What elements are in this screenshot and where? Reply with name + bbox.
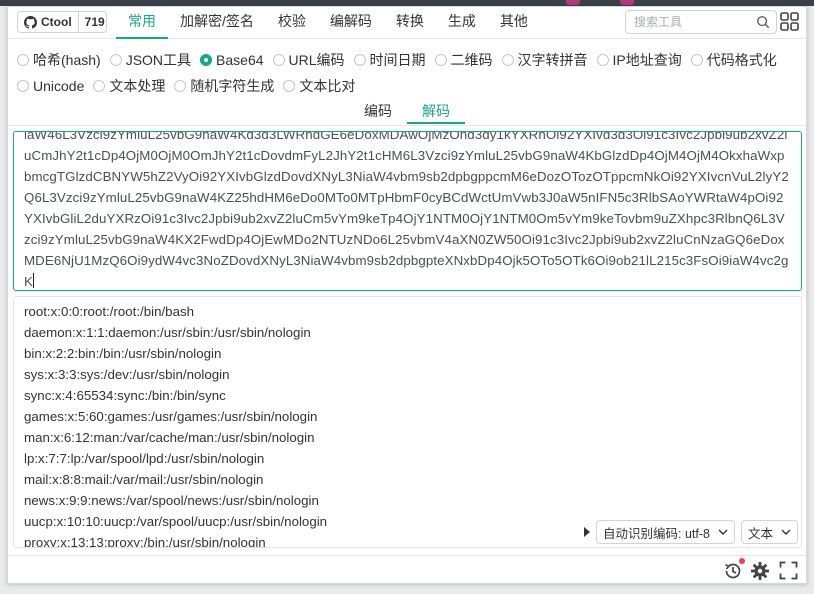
notification-dot — [739, 558, 745, 564]
fullscreen-icon[interactable] — [779, 561, 798, 580]
output-line: root:x:0:0:root:/root:/bin/bash — [24, 304, 195, 319]
output-line: sync:x:4:65534:sync:/bin:/bin/sync — [24, 388, 226, 403]
output-line: sys:x:3:3:sys:/dev:/usr/sbin/nologin — [24, 367, 230, 382]
radio-indicator — [109, 54, 122, 66]
header: Ctool 719 常用 加解密/签名 校验 编解码 转换 生成 其他 — [8, 7, 806, 39]
encoding-select[interactable]: 自动识别编码: utf-8 — [596, 520, 735, 544]
tool-radio[interactable]: Unicode — [17, 78, 84, 94]
format-select[interactable]: 文本 — [740, 520, 798, 544]
github-label-wrap: Ctool — [18, 12, 79, 32]
tool-radio[interactable]: 随机字符生成 — [174, 76, 274, 96]
category-tab[interactable]: 其他 — [488, 7, 540, 38]
radio-indicator — [283, 80, 296, 92]
tool-radio-label: 随机字符生成 — [190, 78, 275, 94]
radio-indicator — [174, 80, 187, 92]
tool-radio-label: URL编码 — [288, 52, 345, 68]
output-line: bin:x:2:2:bin:/bin:/usr/sbin/nologin — [24, 346, 222, 361]
search-icon[interactable] — [756, 15, 770, 29]
category-tab[interactable]: 转换 — [384, 7, 436, 38]
tool-radio[interactable]: JSON工具 — [109, 50, 192, 70]
tool-radio[interactable]: IP地址查询 — [596, 50, 682, 70]
os-indicator — [566, 0, 580, 5]
radio-indicator — [272, 54, 285, 66]
output-textarea[interactable]: root:x:0:0:root:/root:/bin/bash daemon:x:… — [13, 296, 802, 548]
tool-radio[interactable]: 文本比对 — [283, 76, 355, 96]
tool-radio-label: Unicode — [33, 78, 85, 94]
category-tab[interactable]: 生成 — [436, 7, 488, 38]
output-line: games:x:5:60:games:/usr/games:/usr/sbin/… — [24, 409, 318, 424]
divider — [8, 125, 806, 126]
format-select-value: 文本 — [747, 526, 773, 541]
search-input[interactable] — [626, 14, 756, 30]
radio-indicator — [596, 54, 609, 66]
github-label: Ctool — [41, 15, 72, 29]
tool-row: Unicode 文本处理 随机字符生成 文本比对 — [17, 73, 797, 99]
tool-radio-label: 代码格式化 — [706, 52, 777, 68]
github-icon — [24, 15, 37, 29]
radio-indicator — [17, 54, 29, 66]
output-line: mail:x:8:8:mail:/var/mail:/usr/sbin/nolo… — [24, 472, 264, 487]
radio-indicator — [17, 80, 29, 92]
category-tab[interactable]: 编解码 — [318, 7, 384, 38]
expand-arrow-icon[interactable] — [584, 527, 590, 537]
output-options: 自动识别编码: utf-8 文本 — [584, 520, 804, 544]
tool-radio[interactable]: 汉字转拼音 — [501, 50, 588, 70]
search-box[interactable] — [625, 10, 777, 34]
tool-radio-label: Base64 — [216, 52, 264, 68]
category-tabs: 常用 加解密/签名 校验 编解码 转换 生成 其他 — [116, 7, 540, 39]
tool-radio[interactable]: 二维码 — [434, 50, 493, 70]
tool-radio-label: 文本处理 — [109, 78, 166, 94]
tool-radio-label: 汉字转拼音 — [517, 52, 588, 68]
tool-selector: 哈希(hash) JSON工具 Base64 URL编码 时间日期 二维码 汉字转拼音 IP地… — [17, 47, 797, 99]
output-line: daemon:x:1:1:daemon:/usr/sbin:/usr/sbin/… — [24, 325, 311, 340]
input-text: laW46L3Vzci9zYmluL25vbG9naW4Kd3d3LWRhdGE… — [24, 131, 789, 289]
tool-radio-label: 时间日期 — [369, 52, 426, 68]
input-textarea[interactable]: laW46L3Vzci9zYmluL25vbG9naW4Kd3d3LWRhdGE… — [13, 131, 802, 291]
tool-radio[interactable]: 文本处理 — [93, 76, 165, 96]
category-tab[interactable]: 常用 — [116, 7, 168, 39]
output-line: news:x:9:9:news:/var/spool/news:/usr/sbi… — [24, 493, 319, 508]
mode-tab[interactable]: 解码 — [407, 100, 465, 126]
radio-indicator — [353, 54, 366, 66]
chevron-down-icon — [718, 529, 728, 535]
mode-tab[interactable]: 编码 — [349, 100, 407, 126]
tool-radio-label: 文本比对 — [299, 78, 356, 94]
tool-radio-label: 二维码 — [450, 52, 493, 68]
mode-tabs: 编码 解码 — [8, 100, 806, 126]
ctool-window: Ctool 719 常用加解密/签名校验编解码转换生成其他 哈希(hash) JS… — [7, 6, 807, 584]
output-line: lp:x:7:7:lp:/var/spool/lpd:/usr/sbin/nol… — [24, 451, 265, 466]
footer — [8, 555, 806, 584]
radio-indicator — [93, 80, 106, 92]
radio-indicator — [200, 54, 213, 66]
radio-indicator — [501, 54, 514, 66]
tool-radio[interactable]: 哈希(hash) — [17, 50, 101, 70]
output-line: man:x:6:12:man:/var/cache/man:/usr/sbin/… — [24, 430, 315, 445]
tool-radio[interactable]: 时间日期 — [353, 50, 426, 70]
grid-menu-icon[interactable] — [780, 12, 799, 31]
os-indicator — [620, 0, 634, 5]
tool-radio[interactable]: URL编码 — [272, 50, 345, 70]
category-tab[interactable]: 校验 — [266, 7, 318, 38]
history-icon[interactable] — [723, 561, 743, 581]
category-tab[interactable]: 加解密/签名 — [168, 7, 266, 38]
encoding-select-value: 自动识别编码: utf-8 — [603, 526, 710, 541]
tool-radio-label: JSON工具 — [125, 52, 192, 68]
chevron-down-icon — [781, 529, 791, 535]
tool-row: 哈希(hash) JSON工具 Base64 URL编码 时间日期 二维码 汉字转拼音 IP地… — [17, 47, 797, 73]
tool-radio-label: IP地址查询 — [612, 52, 682, 68]
github-button[interactable]: Ctool 719 — [17, 11, 107, 33]
text-caret — [32, 273, 34, 288]
radio-indicator — [434, 54, 447, 66]
radio-indicator — [690, 54, 703, 66]
tool-radio[interactable]: 代码格式化 — [690, 50, 777, 70]
gear-icon[interactable] — [750, 561, 770, 581]
github-star-count: 719 — [84, 15, 105, 29]
tool-radio[interactable]: Base64 — [200, 52, 264, 68]
tool-radio-label: 哈希(hash) — [33, 52, 101, 68]
